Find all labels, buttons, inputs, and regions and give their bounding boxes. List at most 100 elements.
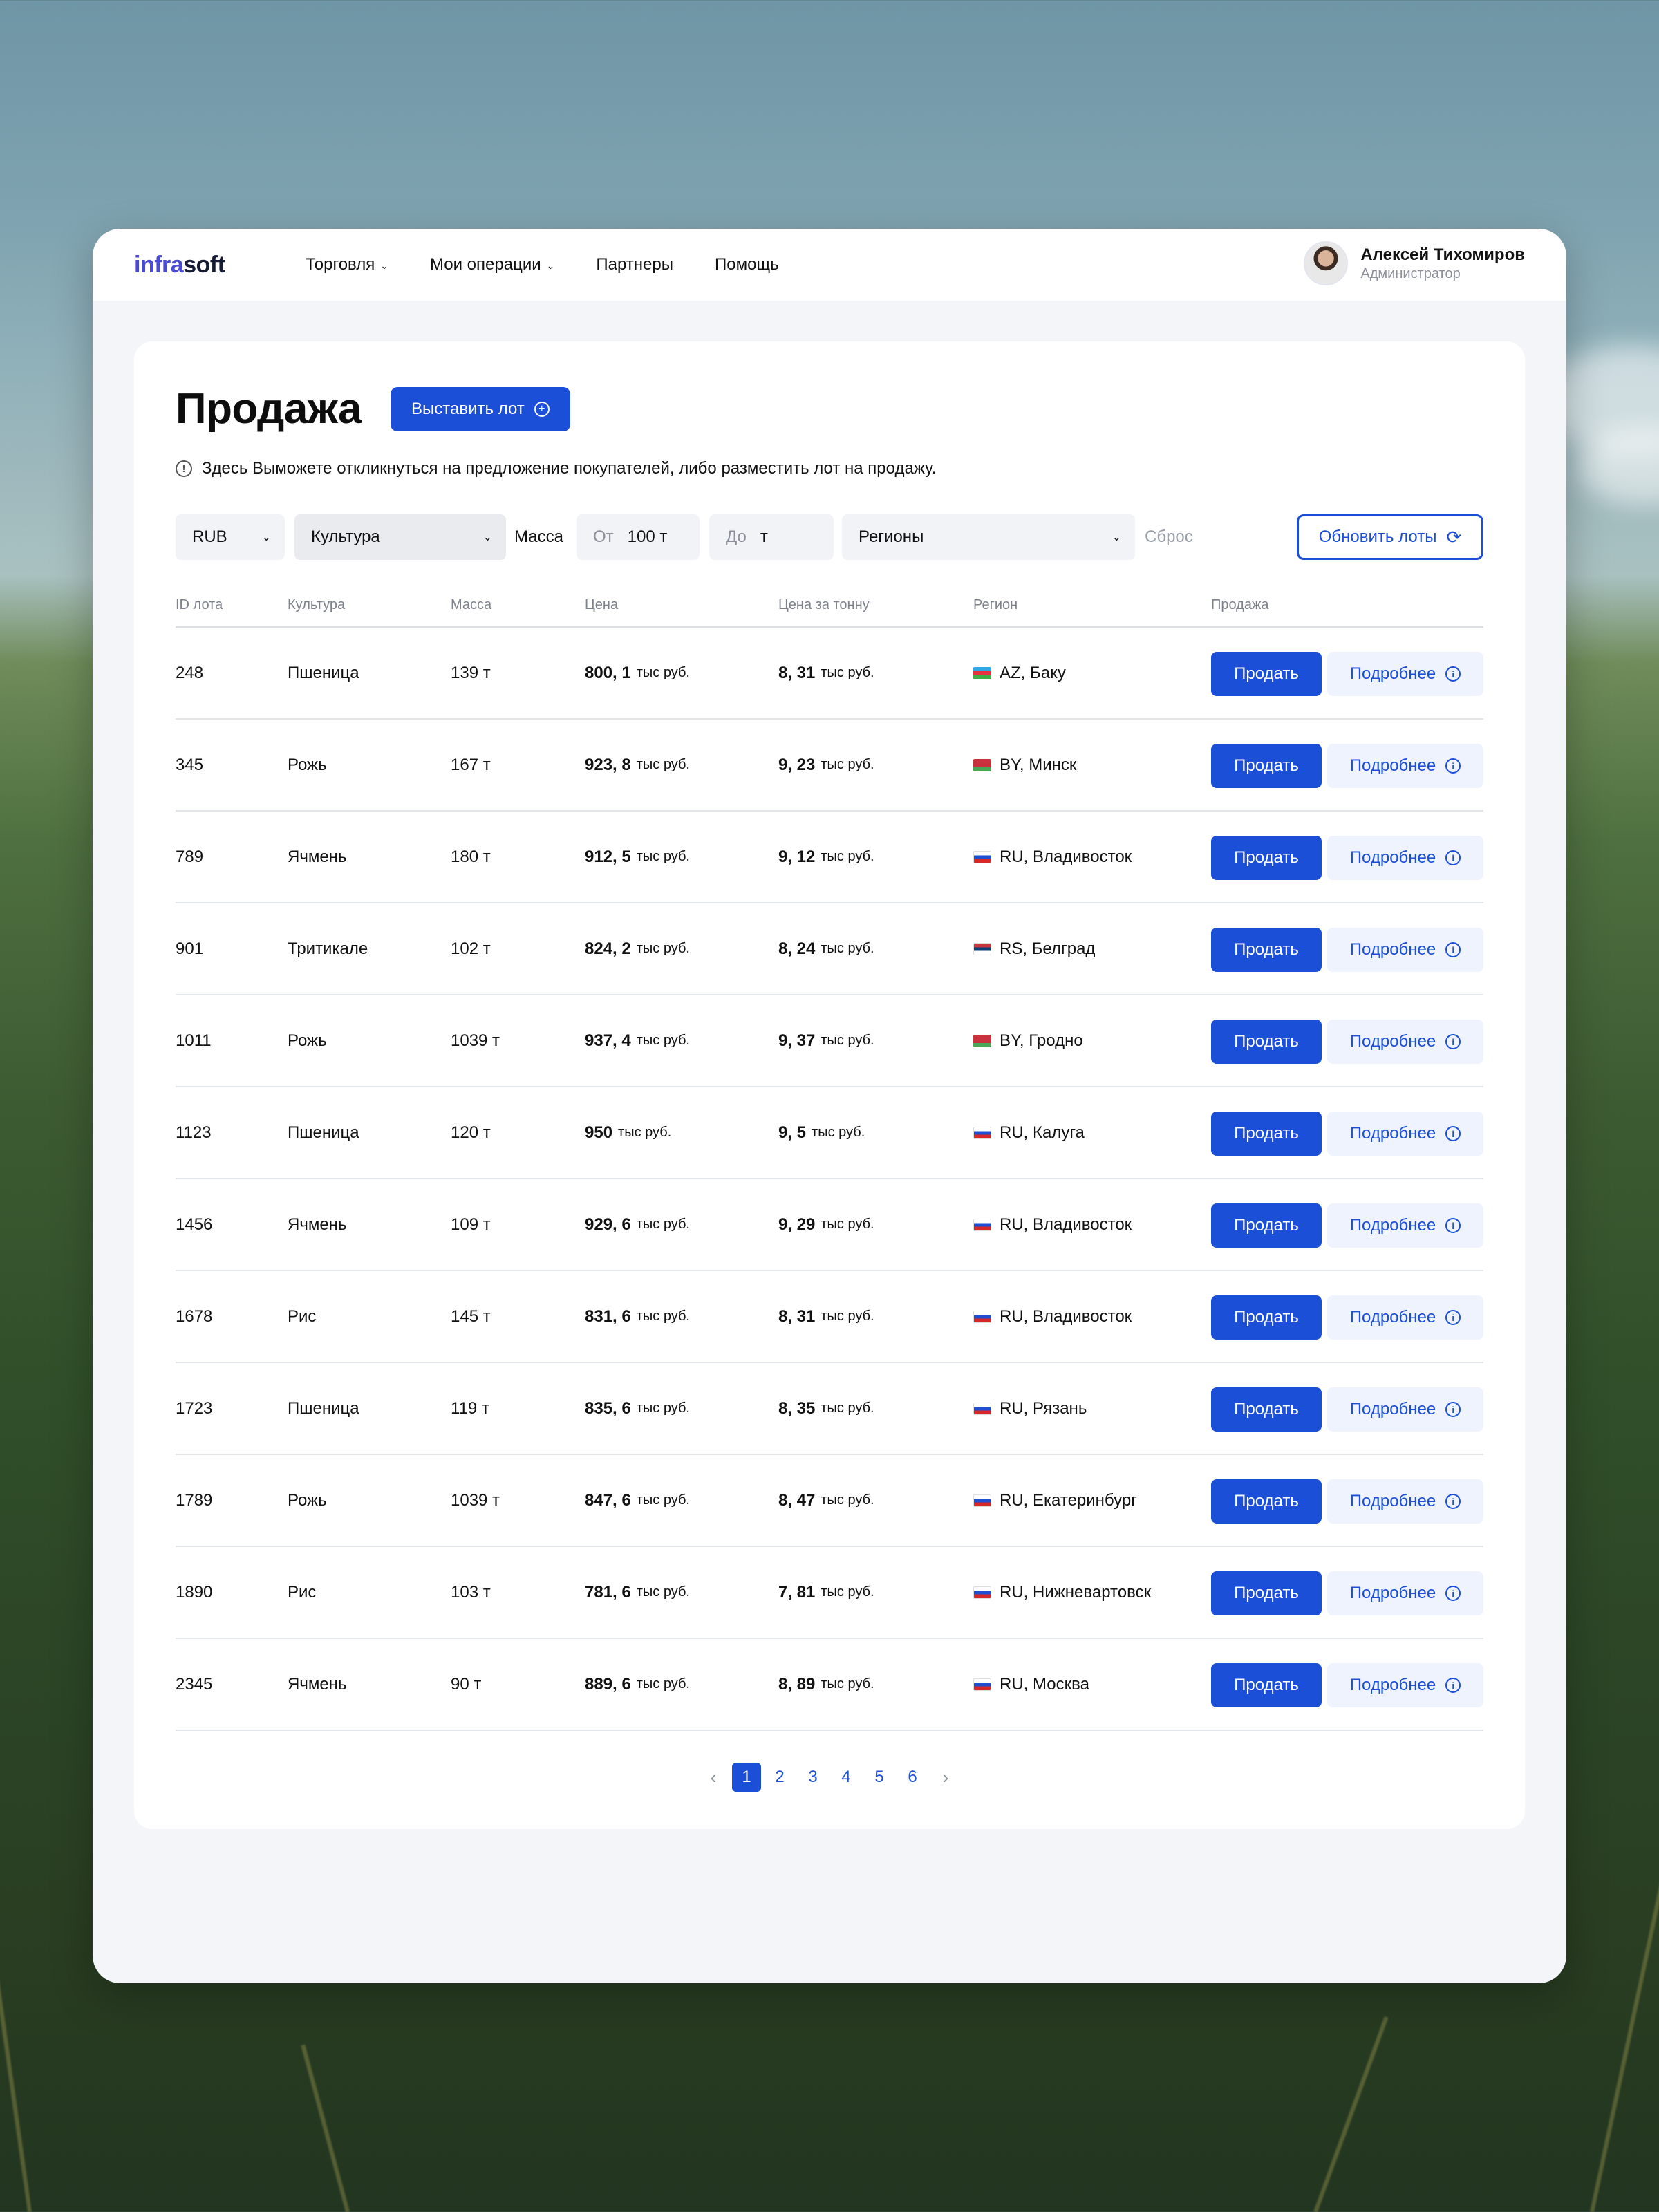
sell-button[interactable]: Продать bbox=[1211, 1295, 1322, 1340]
column-header-region[interactable]: Регион bbox=[973, 597, 1018, 613]
lot-price-per-ton: 8, 35 тыс руб. bbox=[778, 1363, 874, 1454]
lot-price-per-ton: 9, 37 тыс руб. bbox=[778, 995, 874, 1086]
price-value: 831, 6 bbox=[585, 1306, 631, 1326]
lot-region: RU, Владивосток bbox=[973, 812, 1132, 902]
lot-mass: 1039 т bbox=[451, 1031, 500, 1050]
lot-price: 847, 6 тыс руб. bbox=[585, 1455, 690, 1546]
lot-region: RU, Калуга bbox=[973, 1087, 1085, 1178]
page-6-button[interactable]: 6 bbox=[898, 1763, 927, 1792]
info-icon: i bbox=[1445, 1126, 1461, 1141]
sell-button[interactable]: Продать bbox=[1211, 1479, 1322, 1524]
details-button[interactable]: Подробнее i bbox=[1327, 1663, 1483, 1707]
nav-item-label: Торговля bbox=[306, 255, 375, 274]
details-button[interactable]: Подробнее i bbox=[1327, 1203, 1483, 1248]
currency-select[interactable]: RUB ⌄ bbox=[176, 514, 285, 560]
lot-price-per-ton: 8, 31 тыс руб. bbox=[778, 1271, 874, 1362]
column-header-id[interactable]: ID лота bbox=[176, 597, 223, 613]
lot-id: 1678 bbox=[176, 1306, 213, 1326]
lot-culture: Ячмень bbox=[288, 1674, 347, 1694]
app-window: infrasoft Торговля ⌄ Мои операции ⌄ Партне… bbox=[93, 229, 1566, 1983]
page-5-button[interactable]: 5 bbox=[865, 1763, 894, 1792]
nav-item-label: Помощь bbox=[714, 255, 779, 274]
regions-select[interactable]: Регионы ⌄ bbox=[842, 514, 1135, 560]
lot-price-per-ton: 8, 89 тыс руб. bbox=[778, 1639, 874, 1730]
details-button[interactable]: Подробнее i bbox=[1327, 836, 1483, 880]
sell-button[interactable]: Продать bbox=[1211, 1020, 1322, 1064]
lot-price: 937, 4 тыс руб. bbox=[585, 995, 690, 1086]
nav-item-trading[interactable]: Торговля ⌄ bbox=[306, 255, 388, 274]
sell-button[interactable]: Продать bbox=[1211, 1203, 1322, 1248]
create-lot-button[interactable]: Выставить лот + bbox=[391, 386, 570, 431]
region-label: BY, Минск bbox=[1000, 755, 1077, 774]
details-button[interactable]: Подробнее i bbox=[1327, 652, 1483, 696]
avatar[interactable] bbox=[1304, 241, 1349, 285]
sell-button[interactable]: Продать bbox=[1211, 744, 1322, 788]
details-button[interactable]: Подробнее i bbox=[1327, 1112, 1483, 1156]
user-profile[interactable]: Алексей Тихомиров Администратор bbox=[1304, 241, 1525, 285]
lot-price-per-ton: 7, 81 тыс руб. bbox=[778, 1547, 874, 1638]
prev-page-icon[interactable]: ‹ bbox=[699, 1763, 728, 1792]
main-nav: Торговля ⌄ Мои операции ⌄ Партнеры Помощь bbox=[306, 255, 779, 274]
flag-ru-icon bbox=[973, 1402, 991, 1415]
details-button[interactable]: Подробнее i bbox=[1327, 744, 1483, 788]
details-button[interactable]: Подробнее i bbox=[1327, 1387, 1483, 1432]
page-2-button[interactable]: 2 bbox=[765, 1763, 794, 1792]
mass-from-value: 100 т bbox=[627, 527, 668, 546]
price-per-ton-unit: тыс руб. bbox=[821, 1309, 874, 1324]
sell-button[interactable]: Продать bbox=[1211, 836, 1322, 880]
lot-price-per-ton: 9, 12 тыс руб. bbox=[778, 812, 874, 902]
details-button[interactable]: Подробнее i bbox=[1327, 1571, 1483, 1615]
flag-by-icon bbox=[973, 758, 991, 771]
flag-ru-icon bbox=[973, 1126, 991, 1139]
info-icon: i bbox=[1445, 758, 1461, 774]
lot-mass: 139 т bbox=[451, 663, 491, 682]
sell-button[interactable]: Продать bbox=[1211, 1571, 1322, 1615]
lot-region: RU, Екатеринбург bbox=[973, 1455, 1137, 1546]
sell-button[interactable]: Продать bbox=[1211, 652, 1322, 696]
price-per-ton-unit: тыс руб. bbox=[821, 757, 874, 772]
page-1-button[interactable]: 1 bbox=[732, 1763, 761, 1792]
lot-price: 824, 2 тыс руб. bbox=[585, 903, 690, 994]
details-button[interactable]: Подробнее i bbox=[1327, 1295, 1483, 1340]
top-navbar: infrasoft Торговля ⌄ Мои операции ⌄ Партне… bbox=[93, 229, 1566, 301]
chevron-down-icon: ⌄ bbox=[546, 259, 555, 271]
regions-value: Регионы bbox=[859, 527, 924, 546]
mass-to-input[interactable]: До т bbox=[709, 514, 834, 560]
details-button[interactable]: Подробнее i bbox=[1327, 1020, 1483, 1064]
info-icon: i bbox=[1445, 1402, 1461, 1417]
table-row: 1789 Рожь 1039 т 847, 6 тыс руб. 8, 47 тыс руб… bbox=[176, 1455, 1483, 1547]
lot-id: 248 bbox=[176, 663, 204, 682]
next-page-icon[interactable]: › bbox=[931, 1763, 960, 1792]
table-row: 1123 Пшеница 120 т 950 тыс руб. 9, 5 тыс руб. R… bbox=[176, 1087, 1483, 1179]
details-button[interactable]: Подробнее i bbox=[1327, 1479, 1483, 1524]
culture-select[interactable]: Культура ⌄ bbox=[294, 514, 506, 560]
lot-region: AZ, Баку bbox=[973, 628, 1066, 718]
lot-price: 831, 6 тыс руб. bbox=[585, 1271, 690, 1362]
price-per-ton-unit: тыс руб. bbox=[821, 665, 874, 680]
page-4-button[interactable]: 4 bbox=[832, 1763, 861, 1792]
nav-item-partners[interactable]: Партнеры bbox=[596, 255, 673, 274]
details-button[interactable]: Подробнее i bbox=[1327, 928, 1483, 972]
mass-from-input[interactable]: От 100 т bbox=[577, 514, 700, 560]
column-header-price-per-ton[interactable]: Цена за тонну bbox=[778, 597, 870, 613]
logo[interactable]: infrasoft bbox=[134, 252, 306, 279]
price-per-ton-unit: тыс руб. bbox=[821, 849, 874, 864]
column-header-price[interactable]: Цена bbox=[585, 597, 618, 613]
sell-button[interactable]: Продать bbox=[1211, 1663, 1322, 1707]
nav-item-my-operations[interactable]: Мои операции ⌄ bbox=[430, 255, 554, 274]
sell-button[interactable]: Продать bbox=[1211, 928, 1322, 972]
price-per-ton-value: 9, 5 bbox=[778, 1123, 807, 1142]
sell-button[interactable]: Продать bbox=[1211, 1387, 1322, 1432]
column-header-mass[interactable]: Масса bbox=[451, 597, 491, 613]
table-row: 1890 Рис 103 т 781, 6 тыс руб. 7, 81 тыс руб. R… bbox=[176, 1547, 1483, 1639]
refresh-lots-button[interactable]: Обновить лоты ⟳ bbox=[1297, 514, 1483, 560]
page-3-button[interactable]: 3 bbox=[798, 1763, 827, 1792]
column-header-culture[interactable]: Культура bbox=[288, 597, 345, 613]
details-label: Подробнее bbox=[1349, 664, 1436, 683]
nav-item-help[interactable]: Помощь bbox=[715, 255, 779, 274]
reset-filters-link[interactable]: Сброс bbox=[1145, 514, 1193, 560]
flag-ru-icon bbox=[973, 1310, 991, 1323]
price-unit: тыс руб. bbox=[618, 1125, 672, 1140]
region-label: AZ, Баку bbox=[1000, 663, 1066, 682]
sell-button[interactable]: Продать bbox=[1211, 1112, 1322, 1156]
